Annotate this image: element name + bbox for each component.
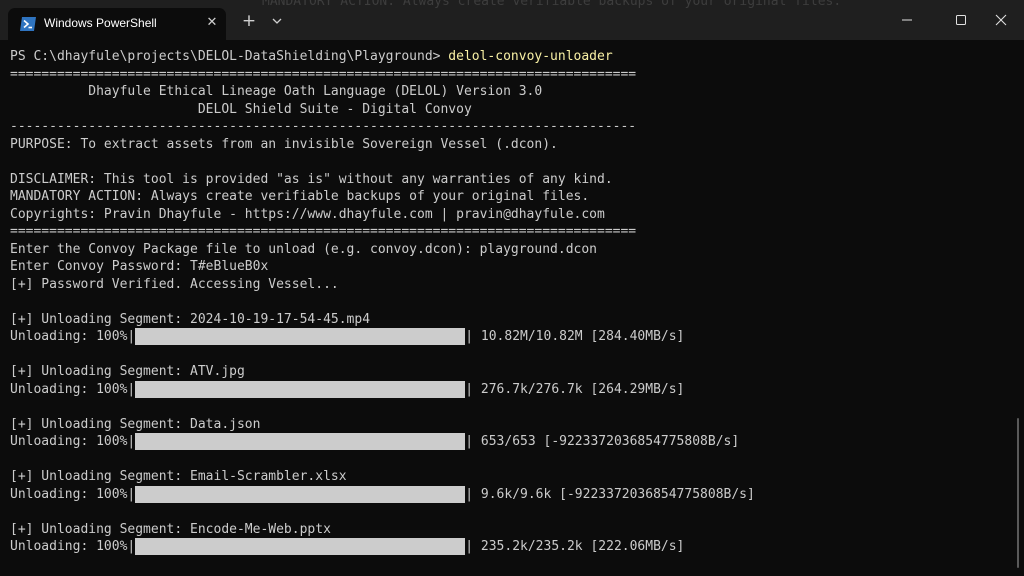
progress-bar — [135, 538, 466, 555]
scroll-thumb[interactable] — [1017, 418, 1019, 568]
prompt-line: PS C:\dhayfule\projects\DELOL-DataShield… — [10, 48, 1010, 66]
minimize-icon — [902, 19, 912, 21]
title-bar[interactable]: MANDATORY ACTION: Always create verifiab… — [0, 0, 1024, 40]
chevron-down-icon[interactable] — [270, 14, 284, 28]
progress-suffix: | 9.6k/9.6k [-9223372036854775808B/s] — [465, 486, 755, 502]
banner-rule: ========================================… — [10, 224, 637, 239]
segment-list: [+] Unloading Segment: 2024-10-19-17-54-… — [10, 293, 1010, 556]
background-window-text: MANDATORY ACTION: Always create verifiab… — [262, 0, 842, 9]
package-prompt: Enter the Convoy Package file to unload … — [10, 241, 597, 257]
banner-subtitle: DELOL Shield Suite - Digital Convoy — [10, 101, 472, 117]
segment-header: [+] Unloading Segment: Email-Scrambler.x… — [10, 469, 347, 484]
segment-header: [+] Unloading Segment: ATV.jpg — [10, 364, 245, 379]
progress-fill — [135, 485, 466, 503]
close-icon[interactable]: ✕ — [204, 15, 220, 31]
progress-row: Unloading: 100%| | 276.7k/276.7k [264.29M… — [10, 380, 1010, 399]
progress-bar — [135, 380, 466, 398]
mandatory-action-text: MANDATORY ACTION: Always create verifiab… — [10, 189, 590, 204]
command-text: delol-convoy-unloader — [448, 49, 613, 64]
progress-row: Unloading: 100%| | 653/653 [-922337203685… — [10, 433, 1010, 451]
progress-bar — [135, 485, 466, 503]
progress-suffix: | 235.2k/235.2k [222.06MB/s] — [465, 539, 685, 554]
prompt: PS C:\dhayfule\projects\DELOL-DataShield… — [10, 49, 449, 64]
terminal-output[interactable]: PS C:\dhayfule\projects\DELOL-DataShield… — [10, 48, 1010, 556]
progress-prefix: Unloading: 100%| — [10, 381, 136, 397]
banner-title: Dhayfule Ethical Lineage Oath Language (… — [10, 84, 543, 99]
progress-prefix: Unloading: 100%| — [10, 486, 136, 502]
close-window-button[interactable] — [978, 0, 1024, 40]
scrollbar[interactable] — [1016, 44, 1020, 572]
powershell-icon — [20, 17, 36, 31]
progress-row: Unloading: 100%| | 235.2k/235.2k [222.06M… — [10, 538, 1010, 556]
disclaimer-text: DISCLAIMER: This tool is provided "as is… — [10, 171, 613, 187]
progress-fill — [135, 433, 466, 450]
tab-title: Windows PowerShell — [44, 16, 157, 30]
segment-header: [+] Unloading Segment: Encode-Me-Web.ppt… — [10, 521, 331, 537]
password-verified-text: [+] Password Verified. Accessing Vessel.… — [10, 276, 339, 292]
banner-rule: ========================================… — [10, 66, 637, 82]
progress-suffix: | 653/653 [-9223372036854775808B/s] — [465, 434, 740, 449]
progress-prefix: Unloading: 100%| — [10, 329, 136, 344]
progress-bar — [135, 433, 466, 450]
progress-row: Unloading: 100%| | 9.6k/9.6k [-9223372036… — [10, 485, 1010, 504]
segment-header: [+] Unloading Segment: Data.json — [10, 416, 261, 432]
segment-header: [+] Unloading Segment: 2024-10-19-17-54-… — [10, 311, 371, 327]
password-prompt: Enter Convoy Password: T#eBlueB0x — [10, 259, 269, 274]
progress-fill — [135, 328, 466, 345]
progress-row: Unloading: 100%| | 10.82M/10.82M [284.40M… — [10, 328, 1010, 346]
progress-prefix: Unloading: 100%| — [10, 434, 136, 449]
minimize-button[interactable] — [884, 0, 930, 40]
purpose-text: PURPOSE: To extract assets from an invis… — [10, 136, 558, 152]
progress-suffix: | 10.82M/10.82M [284.40MB/s] — [465, 329, 685, 344]
progress-fill — [135, 538, 466, 555]
maximize-icon — [956, 15, 966, 25]
progress-prefix: Unloading: 100%| — [10, 539, 136, 554]
progress-suffix: | 276.7k/276.7k [264.29MB/s] — [465, 381, 685, 397]
tab-windows-powershell[interactable]: Windows PowerShell ✕ — [8, 8, 226, 40]
close-icon — [995, 14, 1007, 26]
copyright-text: Copyrights: Pravin Dhayfule - https://ww… — [10, 206, 605, 222]
progress-fill — [135, 380, 466, 398]
progress-bar — [135, 328, 466, 345]
plus-icon[interactable]: + — [240, 12, 258, 30]
terminal-window: MANDATORY ACTION: Always create verifiab… — [0, 0, 1024, 576]
banner-rule: ----------------------------------------… — [10, 119, 637, 134]
